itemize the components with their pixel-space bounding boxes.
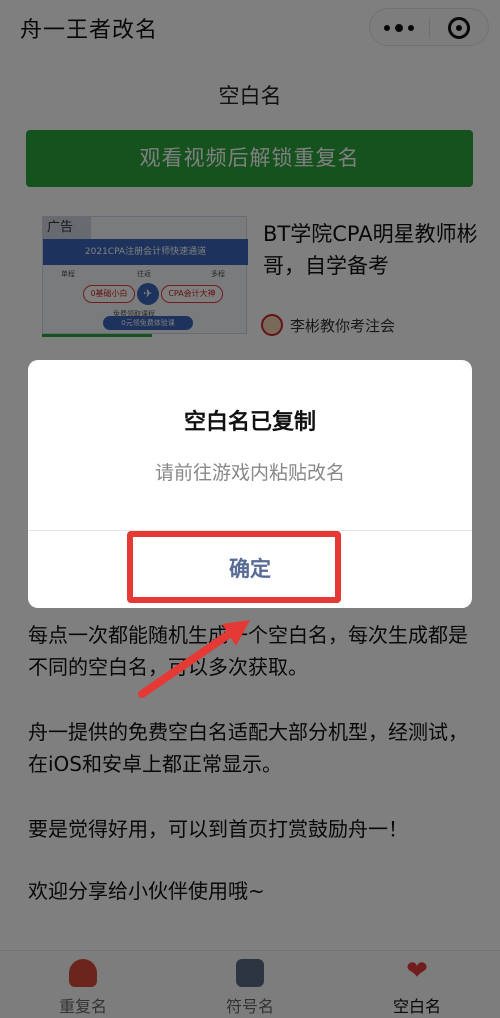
highlight-box — [127, 531, 341, 603]
dialog-message: 请前往游戏内粘贴改名 — [154, 462, 345, 484]
dialog-title: 空白名已复制 — [183, 410, 316, 435]
